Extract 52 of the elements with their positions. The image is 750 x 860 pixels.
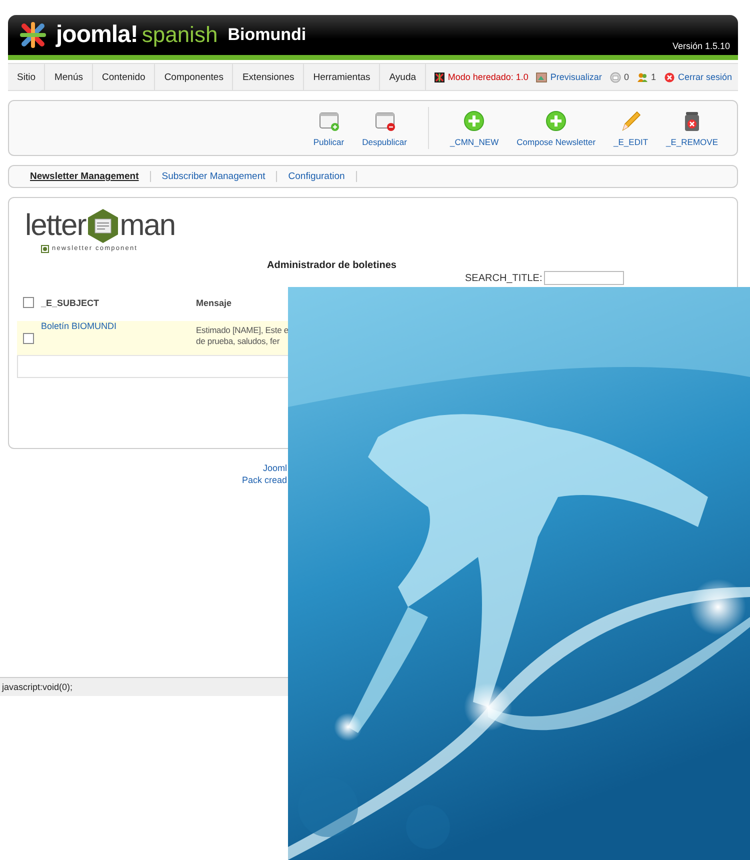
toolbar-button[interactable]: _CMN_NEW xyxy=(444,101,505,155)
column-header: Mensaje xyxy=(196,298,232,308)
newspaper-hexagon-icon xyxy=(86,208,120,244)
checkbox[interactable] xyxy=(23,296,34,308)
menu-item[interactable]: Ayuda xyxy=(380,64,426,90)
status-link[interactable]: Cerrar sesión xyxy=(664,72,732,82)
subject-link[interactable]: Boletín BIOMUNDI xyxy=(41,309,117,331)
menu-item[interactable]: Menús xyxy=(45,64,93,90)
count-link[interactable]: 0 xyxy=(610,72,629,82)
brand-suffix: spanish xyxy=(142,22,218,48)
column-header: _E_SUBJECT xyxy=(40,298,100,308)
add-icon xyxy=(463,110,486,132)
logo-text: letter xyxy=(25,209,86,243)
toolbar-button[interactable]: Despublicar xyxy=(356,101,413,155)
version-label: Versión 1.5.10 xyxy=(672,41,730,51)
toolbar-button[interactable]: _E_EDIT xyxy=(608,101,654,155)
count-link[interactable]: 1 xyxy=(636,72,656,82)
footer-link[interactable]: Pack cread xyxy=(242,474,287,486)
toolbar-button[interactable]: Publicar xyxy=(307,101,350,155)
brand-name: joomla! xyxy=(56,21,138,49)
circle-icon xyxy=(41,244,49,252)
logout-icon xyxy=(664,72,675,82)
logo-text: man xyxy=(120,209,176,243)
status-link[interactable]: Modo heredado: 1.0 xyxy=(434,72,528,82)
page-heading: Administrador de boletines xyxy=(267,260,396,271)
menu-item[interactable]: Componentes xyxy=(155,64,234,90)
search-label: SEARCH_TITLE: xyxy=(465,272,542,284)
submenu-tab[interactable]: Subscriber Management xyxy=(150,171,278,182)
add-icon xyxy=(545,110,568,132)
checkbox[interactable] xyxy=(23,333,34,344)
unpublish-icon xyxy=(374,110,396,132)
status-link[interactable]: Previsualizar xyxy=(536,72,602,82)
message-text: de prueba, saludos, fer xyxy=(196,336,280,347)
search-field[interactable] xyxy=(544,271,624,285)
site-name: Biomundi xyxy=(228,25,306,45)
menu-item[interactable]: Sitio xyxy=(8,64,46,90)
submenu-tab[interactable]: Configuration xyxy=(277,171,357,182)
submenu-tab[interactable]: Newsletter Management xyxy=(19,171,151,182)
footer-link[interactable]: Jooml xyxy=(262,462,287,474)
publish-icon xyxy=(318,110,340,132)
message-text: Estimado [NAME], Este e xyxy=(196,325,288,336)
pencil-icon xyxy=(620,110,642,132)
users-icon xyxy=(636,72,648,82)
legacy-icon xyxy=(434,72,445,82)
toolbar-button[interactable]: _E_REMOVE xyxy=(660,101,724,155)
menu-item[interactable]: Extensiones xyxy=(233,64,304,90)
joomla-logo-icon xyxy=(18,20,48,50)
menu-item[interactable]: Contenido xyxy=(93,64,156,90)
preview-icon xyxy=(536,72,548,82)
menu-item[interactable]: Herramientas xyxy=(304,64,380,90)
toolbar-button[interactable]: Compose Newsletter xyxy=(510,101,602,155)
envelope-icon xyxy=(610,72,621,82)
